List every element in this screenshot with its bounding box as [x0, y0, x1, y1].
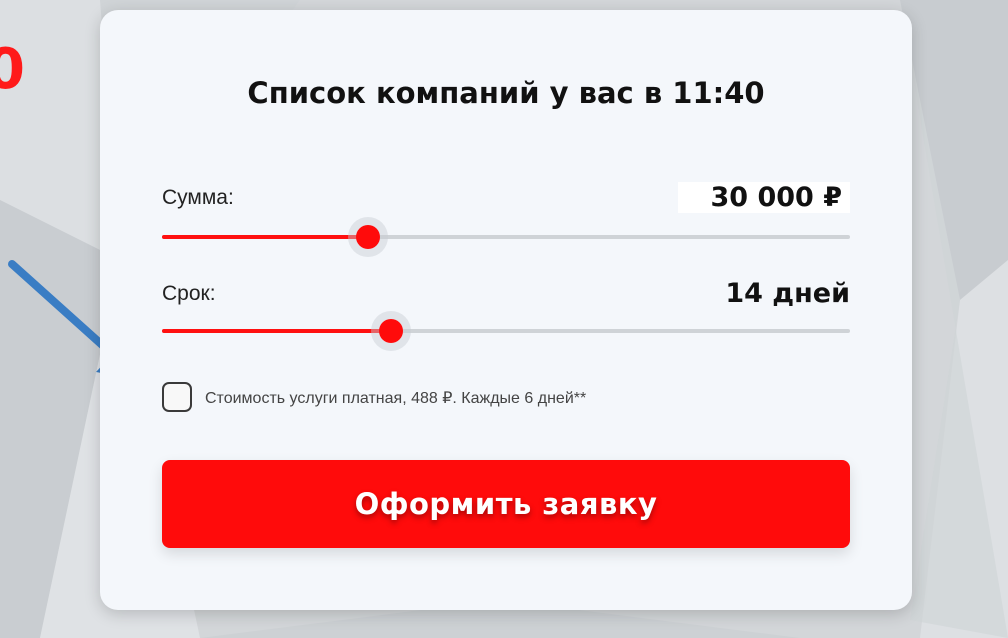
term-value: 14 дней [725, 278, 850, 309]
consent-text: Стоимость услуги платная, 488 ₽. Каждые … [205, 390, 587, 407]
term-slider-thumb[interactable] [371, 311, 412, 351]
loan-form-card: Список компаний у вас в 11:40 Сумма: 30 … [100, 10, 912, 610]
amount-value: 30 000 ₽ [678, 182, 850, 213]
form-title: Список компаний у вас в 11:40 [247, 76, 765, 110]
amount-slider-thumb[interactable] [348, 217, 389, 257]
offscreen-red-text: 0 [0, 37, 25, 102]
submit-application-button[interactable]: Оформить заявку [162, 460, 850, 548]
amount-slider[interactable] [162, 217, 850, 257]
term-slider[interactable] [162, 311, 850, 351]
amount-value-text: 30 000 ₽ [710, 182, 842, 213]
amount-label: Сумма: [162, 186, 234, 209]
consent-checkbox[interactable] [162, 382, 192, 412]
amount-slider-fill [162, 235, 369, 239]
term-label: Срок: [162, 282, 216, 305]
term-slider-fill [162, 329, 392, 333]
